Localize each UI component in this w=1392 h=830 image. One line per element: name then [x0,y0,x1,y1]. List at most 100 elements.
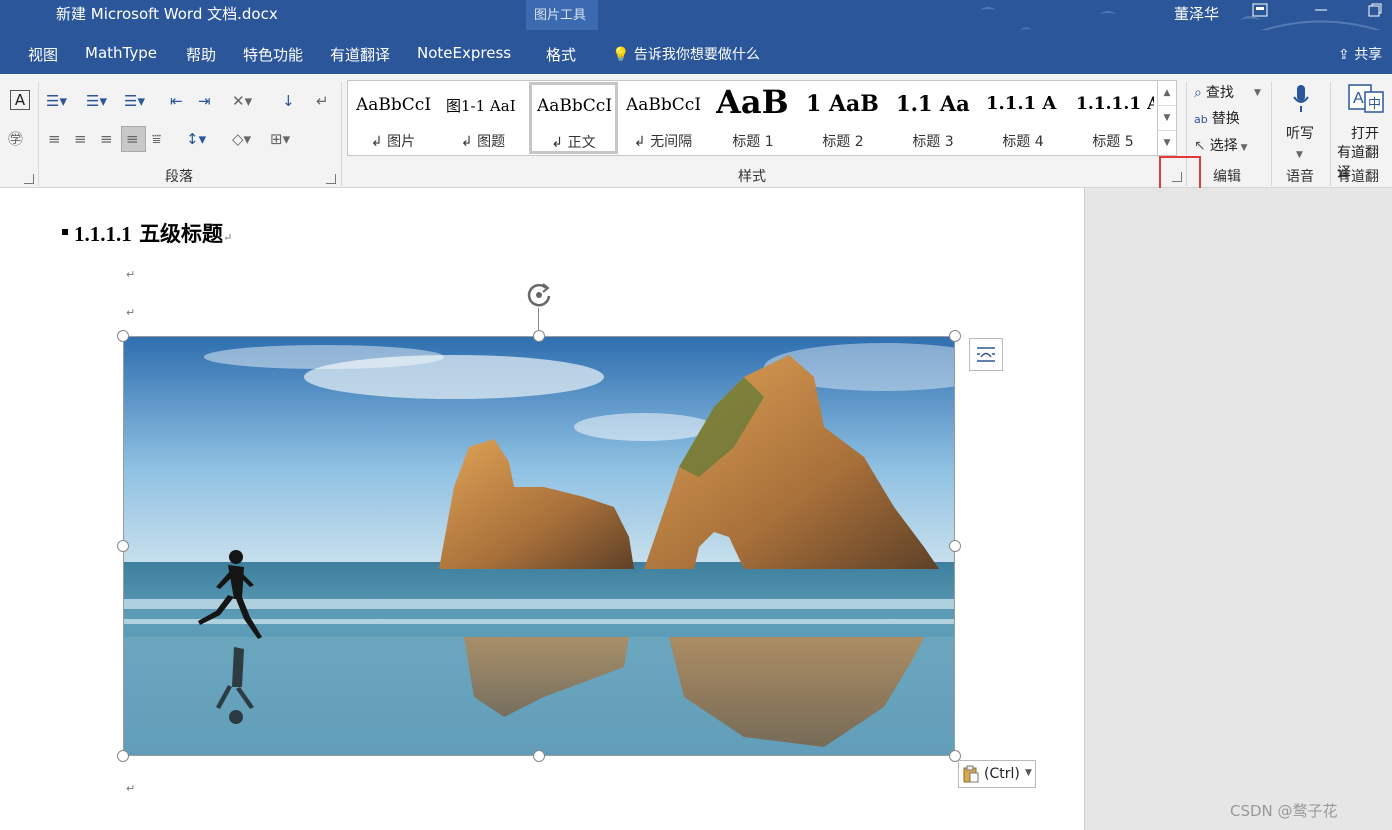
style-item-heading-3[interactable]: 1.1 Aa 标题 3 [888,81,978,155]
paragraph-dialog-launcher[interactable] [326,174,336,184]
font-dialog-launcher[interactable] [24,174,34,184]
more-styles-icon[interactable]: ▼ [1158,131,1176,156]
numbering-icon[interactable]: ☰▾ [86,92,107,110]
style-name: ↲ 正文 [551,135,596,151]
find-dropdown-icon[interactable]: ▼ [1254,84,1261,102]
layout-options-button[interactable] [969,338,1003,371]
dictate-label[interactable]: 听写 [1286,123,1314,143]
clipboard-icon [963,765,979,787]
tab-help[interactable]: 帮助 [186,44,216,65]
borders-icon[interactable]: ⊞▾ [270,130,290,148]
styles-scrollbar[interactable]: ▲ ▼ ▼ [1158,80,1177,156]
ribbon-display-options-icon[interactable] [1252,3,1268,21]
style-name: 标题 1 [732,134,774,150]
paragraph-mark: ↵ [126,306,136,319]
styles-group-label: 样式 [738,169,766,185]
resize-handle-bottom[interactable] [533,750,545,762]
group-separator [1330,82,1331,186]
show-marks-icon[interactable]: ↵ [316,92,329,110]
resize-handle-top-right[interactable] [949,330,961,342]
style-name: ↲ 图题 [460,134,506,150]
style-item-heading-4[interactable]: 1.1.1 A 标题 4 [978,81,1068,155]
sort-icon[interactable]: ↓ [282,92,295,110]
tell-me-box[interactable]: 💡 告诉我你想要做什么 [612,44,760,64]
line-spacing-icon[interactable]: ↕▾ [186,130,206,148]
chinese-layout-icon[interactable]: ✕▾ [232,92,252,110]
style-sample: 1.1.1.1 A [1076,94,1154,114]
selected-picture[interactable] [123,336,955,756]
find-button[interactable]: ⌕ 查找 [1194,82,1234,102]
select-label: 选择 [1209,138,1238,154]
resize-handle-left[interactable] [117,540,129,552]
resize-handle-right[interactable] [949,540,961,552]
lightbulb-icon: 💡 [612,47,630,63]
style-sample: 1.1 Aa [896,91,970,116]
group-separator [341,82,342,186]
style-item-normal[interactable]: AaBbCcI ↲ 正文 [529,82,618,154]
resize-handle-bottom-left[interactable] [117,750,129,762]
share-button[interactable]: ⇪ 共享 [1338,44,1382,64]
svg-text:中: 中 [1368,97,1381,112]
increase-indent-icon[interactable]: ⇥ [198,92,211,110]
bullets-icon[interactable]: ☰▾ [46,92,67,110]
styles-gallery: AaBbCcI ↲ 图片 图1-1 AaI ↲ 图题 AaBbCcI ↲ 正文 … [347,80,1158,156]
align-left-icon[interactable]: ≡ [48,130,61,148]
paragraph-mark: ↵ [126,268,136,281]
style-name: ↲ 图片 [370,134,416,150]
rotate-handle-icon[interactable] [524,280,554,310]
style-item-caption[interactable]: 图1-1 AaI ↲ 图题 [438,81,528,155]
style-item-heading-2[interactable]: 1 AaB 标题 2 [798,81,888,155]
resize-handle-top[interactable] [533,330,545,342]
share-label: 共享 [1354,47,1383,63]
distributed-icon[interactable]: ⩸ [152,130,161,148]
group-separator [38,82,39,186]
phonetic-guide-icon[interactable]: ㊫ [8,130,23,148]
replace-button[interactable]: ab 替换 [1194,108,1240,128]
decrease-indent-icon[interactable]: ⇤ [170,92,183,110]
scroll-down-icon[interactable]: ▼ [1158,106,1176,131]
paste-options-button[interactable]: (Ctrl) ▼ [958,760,1036,788]
editing-group-label: 编辑 [1213,169,1241,185]
text-effect-icon[interactable]: A [10,90,30,110]
share-icon: ⇪ [1338,47,1350,63]
style-name: ↲ 无间隔 [633,134,693,150]
minimize-icon[interactable] [1314,3,1328,21]
paragraph-group-label: 段落 [165,169,193,185]
tab-noteexpress[interactable]: NoteExpress [417,44,511,62]
align-right-icon[interactable]: ≡ [100,130,113,148]
tab-view[interactable]: 视图 [28,44,58,65]
dictate-dropdown-icon[interactable]: ▼ [1296,146,1303,164]
document-page[interactable]: 1.1.1.1 五级标题↵ ↵ ↵ ↵ (Ctrl) ▼ [0,188,1084,830]
style-item-no-spacing[interactable]: AaBbCcI ↲ 无间隔 [618,81,708,155]
multilevel-list-icon[interactable]: ☰▾ [124,92,145,110]
tab-special-features[interactable]: 特色功能 [243,44,303,65]
style-sample: 1.1.1 A [986,93,1057,114]
chevron-down-icon: ▼ [1025,768,1032,778]
style-item-heading-5[interactable]: 1.1.1.1 A 标题 5 [1068,81,1157,155]
svg-text:A: A [1353,90,1364,107]
heading-text: 五级标题 [139,221,224,246]
style-name: 标题 2 [822,134,864,150]
select-button[interactable]: ↖ 选择 ▼ [1194,135,1248,155]
tab-format[interactable]: 格式 [546,44,576,65]
style-item-heading-1[interactable]: AaB 标题 1 [708,81,798,155]
document-title: 新建 Microsoft Word 文档.docx [56,5,278,23]
heading-level-5[interactable]: 1.1.1.1 五级标题↵ [62,218,232,248]
style-sample: 图1-1 AaI [446,97,516,115]
group-separator [1271,82,1272,186]
user-name[interactable]: 董泽华 [1174,3,1219,24]
tab-mathtype[interactable]: MathType [85,44,157,62]
tab-youdao[interactable]: 有道翻译 [330,44,390,65]
shading-icon[interactable]: ◇▾ [232,130,251,148]
heading-bullet [62,228,68,235]
beach-rocks-image [124,337,954,755]
microphone-icon[interactable] [1292,84,1310,118]
translate-icon[interactable]: A中 [1348,84,1384,118]
style-name: 标题 3 [912,134,954,150]
resize-handle-top-left[interactable] [117,330,129,342]
restore-icon[interactable] [1368,3,1382,21]
align-center-icon[interactable]: ≡ [74,130,87,148]
open-youdao-label-1[interactable]: 打开 [1351,123,1379,143]
scroll-up-icon[interactable]: ▲ [1158,81,1176,106]
style-item-picture[interactable]: AaBbCcI ↲ 图片 [348,81,438,155]
